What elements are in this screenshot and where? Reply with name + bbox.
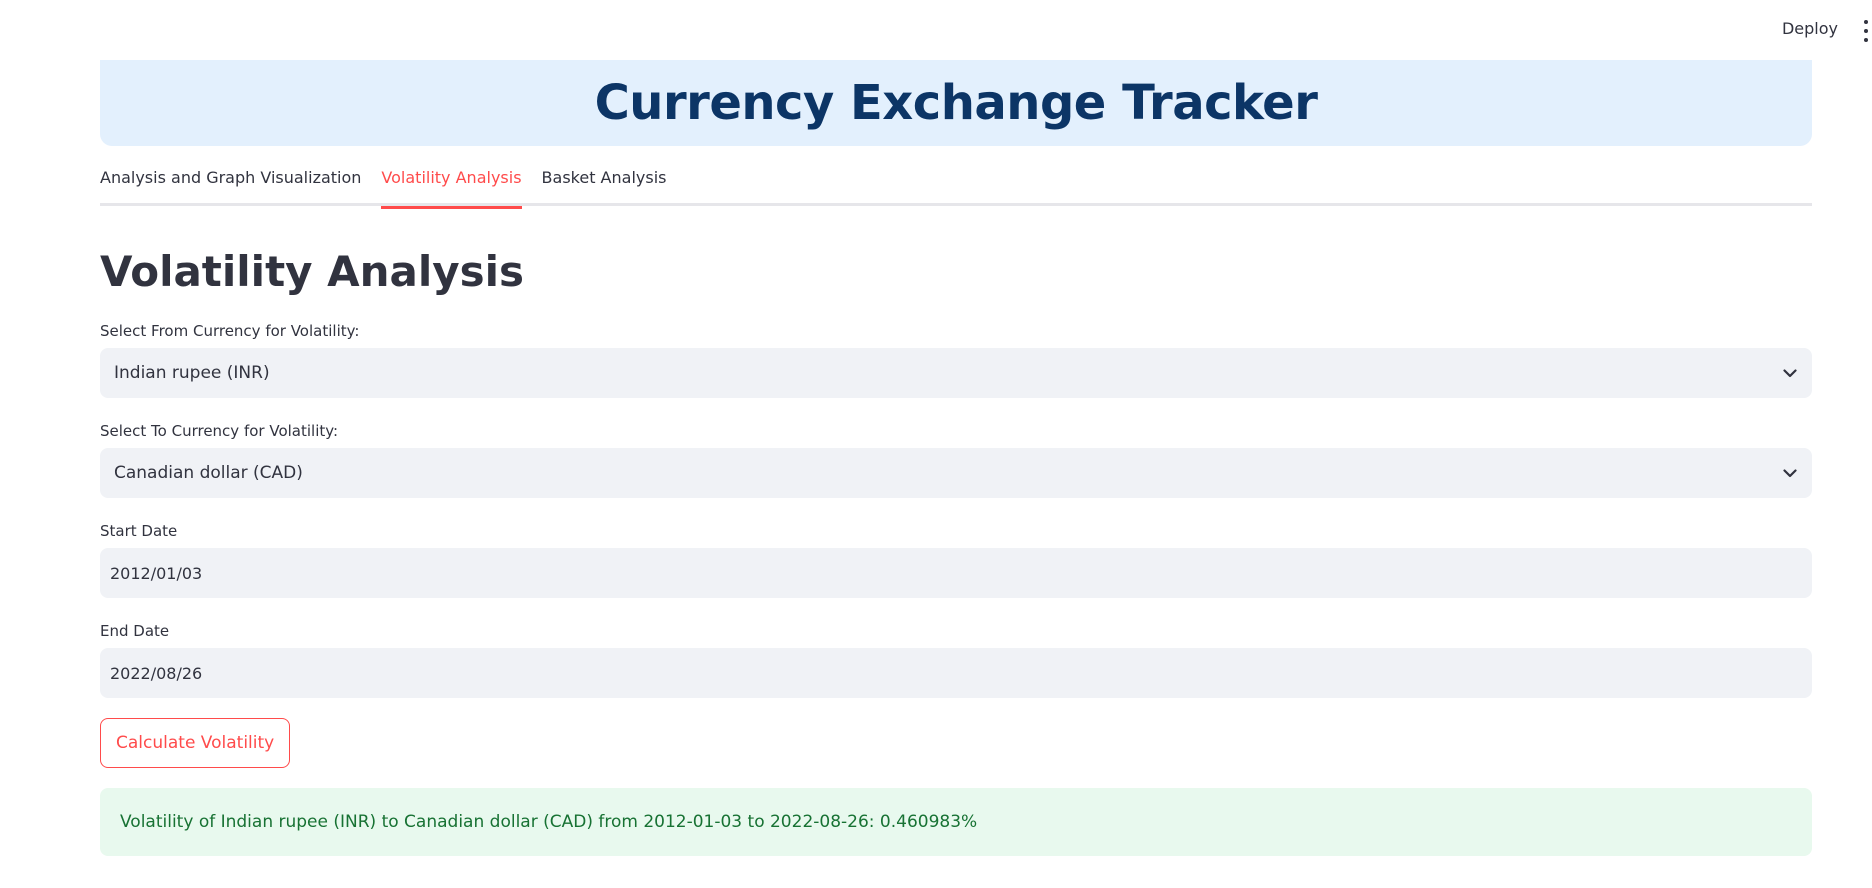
to-currency-select[interactable]: Canadian dollar (CAD) bbox=[100, 448, 1812, 498]
start-date-input[interactable] bbox=[100, 548, 1812, 598]
from-currency-select[interactable]: Indian rupee (INR) bbox=[100, 348, 1812, 398]
kebab-menu-icon[interactable] bbox=[1862, 20, 1870, 42]
start-date-label: Start Date bbox=[100, 522, 178, 540]
calculate-volatility-button[interactable]: Calculate Volatility bbox=[100, 718, 291, 768]
volatility-result-text: Volatility of Indian rupee (INR) to Cana… bbox=[120, 812, 978, 832]
volatility-result-alert: Volatility of Indian rupee (INR) to Cana… bbox=[100, 788, 1812, 856]
chevron-down-icon bbox=[1782, 465, 1798, 481]
chevron-down-icon bbox=[1782, 365, 1798, 381]
tab-volatility-analysis[interactable]: Volatility Analysis bbox=[381, 154, 522, 209]
menu-dot bbox=[1864, 20, 1868, 24]
end-date-input[interactable] bbox=[100, 648, 1812, 698]
from-currency-label: Select From Currency for Volatility: bbox=[100, 322, 360, 340]
title-banner: Currency Exchange Tracker bbox=[100, 60, 1812, 146]
tab-basket-analysis[interactable]: Basket Analysis bbox=[542, 154, 667, 206]
tab-analysis-graph-visualization[interactable]: Analysis and Graph Visualization bbox=[100, 154, 361, 206]
from-currency-value: Indian rupee (INR) bbox=[114, 363, 270, 383]
menu-dot bbox=[1864, 29, 1868, 33]
to-currency-value: Canadian dollar (CAD) bbox=[114, 463, 303, 483]
tab-bar: Analysis and Graph Visualization Volatil… bbox=[100, 154, 1812, 209]
app-header: Deploy bbox=[0, 0, 1872, 60]
deploy-button[interactable]: Deploy bbox=[1782, 19, 1838, 38]
app-title: Currency Exchange Tracker bbox=[594, 75, 1318, 131]
end-date-label: End Date bbox=[100, 622, 170, 640]
menu-dot bbox=[1864, 38, 1868, 42]
to-currency-label: Select To Currency for Volatility: bbox=[100, 422, 339, 440]
main-content: Currency Exchange Tracker Analysis and G… bbox=[100, 60, 1812, 856]
page-title: Volatility Analysis bbox=[100, 247, 525, 296]
